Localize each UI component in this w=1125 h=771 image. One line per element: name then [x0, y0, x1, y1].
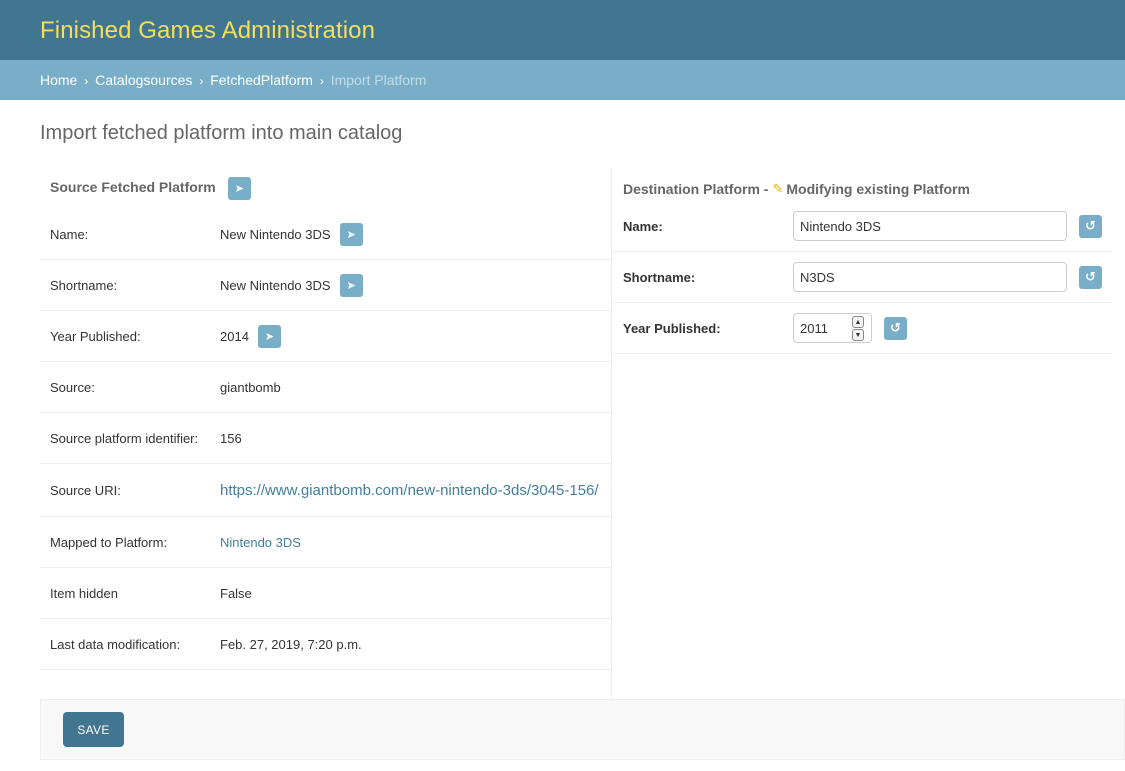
shortname-input[interactable]: N3DS — [793, 262, 1067, 292]
pencil-icon: ✎ — [772, 181, 784, 196]
row-value: New Nintendo 3DS — [220, 277, 331, 293]
row-value: False — [220, 585, 252, 601]
page-title: Import fetched platform into main catalo… — [40, 122, 403, 144]
breadcrumb-fetched-platform[interactable]: FetchedPlatform — [210, 72, 313, 88]
destination-row-shortname: Shortname: N3DS ↺ — [613, 252, 1112, 303]
submit-row: SAVE — [40, 699, 1125, 760]
row-value: Feb. 27, 2019, 7:20 p.m. — [220, 636, 362, 652]
source-row-identifier: Source platform identifier: 156 — [40, 413, 611, 464]
mapped-platform-link[interactable]: Nintendo 3DS — [220, 535, 301, 550]
copy-year-arrow-icon[interactable]: ➤ — [257, 324, 281, 348]
row-value: 2014 — [220, 328, 249, 344]
source-row-uri: Source URI: https://www.giantbomb.com/ne… — [40, 464, 611, 517]
destination-section-header: Destination Platform - ✎ Modifying exist… — [613, 168, 1112, 201]
year-value: 2011 — [800, 320, 828, 336]
source-row-shortname: Shortname: New Nintendo 3DS ➤ — [40, 260, 611, 311]
row-label: Source platform identifier: — [50, 430, 199, 446]
shortname-label: Shortname: — [623, 269, 696, 285]
save-button[interactable]: SAVE — [63, 712, 124, 747]
year-input[interactable]: 2011 ▲ ▼ — [793, 313, 872, 343]
source-row-modified: Last data modification: Feb. 27, 2019, 7… — [40, 619, 611, 670]
source-row-year: Year Published: 2014 ➤ — [40, 311, 611, 362]
reset-year-undo-icon[interactable]: ↺ — [884, 316, 907, 340]
source-section-header: Source Fetched Platform ➤ — [40, 168, 611, 209]
row-label: Source URI: — [50, 482, 121, 498]
breadcrumb-separator: › — [319, 74, 324, 88]
copy-all-arrow-icon[interactable]: ➤ — [227, 177, 251, 200]
source-panel: Source Fetched Platform ➤ Name: New Nint… — [40, 168, 612, 699]
row-label: Last data modification: — [50, 636, 181, 652]
row-label: Shortname: — [50, 277, 118, 293]
source-row-mapped: Mapped to Platform: Nintendo 3DS — [40, 517, 611, 568]
destination-panel: Destination Platform - ✎ Modifying exist… — [613, 168, 1112, 699]
destination-title-prefix: Destination Platform - — [623, 181, 769, 197]
breadcrumb-separator: › — [199, 74, 204, 88]
copy-shortname-arrow-icon[interactable]: ➤ — [339, 273, 363, 297]
row-label: Year Published: — [50, 328, 141, 344]
reset-name-undo-icon[interactable]: ↺ — [1079, 214, 1102, 238]
breadcrumb: Home › Catalogsources › FetchedPlatform … — [0, 60, 1125, 100]
breadcrumb-home[interactable]: Home — [40, 72, 77, 88]
breadcrumb-current: Import Platform — [330, 72, 427, 88]
site-header: Finished Games Administration — [0, 0, 1125, 60]
source-row-hidden: Item hidden False — [40, 568, 611, 619]
name-label: Name: — [623, 218, 663, 234]
year-stepper[interactable]: ▲ ▼ — [852, 316, 864, 342]
spin-up-icon[interactable]: ▲ — [852, 316, 864, 328]
source-row-source: Source: giantbomb — [40, 362, 611, 413]
site-title[interactable]: Finished Games Administration — [40, 17, 375, 45]
destination-row-year: Year Published: 2011 ▲ ▼ ↺ — [613, 303, 1112, 354]
reset-shortname-undo-icon[interactable]: ↺ — [1079, 265, 1102, 289]
source-uri-link[interactable]: https://www.giantbomb.com/new-nintendo-3… — [220, 482, 599, 499]
destination-row-name: Name: Nintendo 3DS ↺ — [613, 201, 1112, 252]
row-value: New Nintendo 3DS — [220, 226, 331, 242]
row-label: Source: — [50, 379, 95, 395]
spin-down-icon[interactable]: ▼ — [852, 329, 864, 341]
copy-name-arrow-icon[interactable]: ➤ — [339, 222, 363, 246]
row-value: giantbomb — [220, 379, 281, 395]
row-label: Mapped to Platform: — [50, 534, 168, 550]
source-section-title: Source Fetched Platform — [50, 179, 216, 195]
destination-title-suffix: Modifying existing Platform — [786, 181, 970, 197]
source-row-name: Name: New Nintendo 3DS ➤ — [40, 209, 611, 260]
row-label: Name: — [50, 226, 89, 242]
breadcrumb-catalogsources[interactable]: Catalogsources — [95, 72, 192, 88]
row-label: Item hidden — [50, 585, 118, 601]
name-input[interactable]: Nintendo 3DS — [793, 211, 1067, 241]
year-label: Year Published: — [623, 320, 721, 336]
breadcrumb-separator: › — [84, 74, 89, 88]
row-value: 156 — [220, 430, 242, 446]
